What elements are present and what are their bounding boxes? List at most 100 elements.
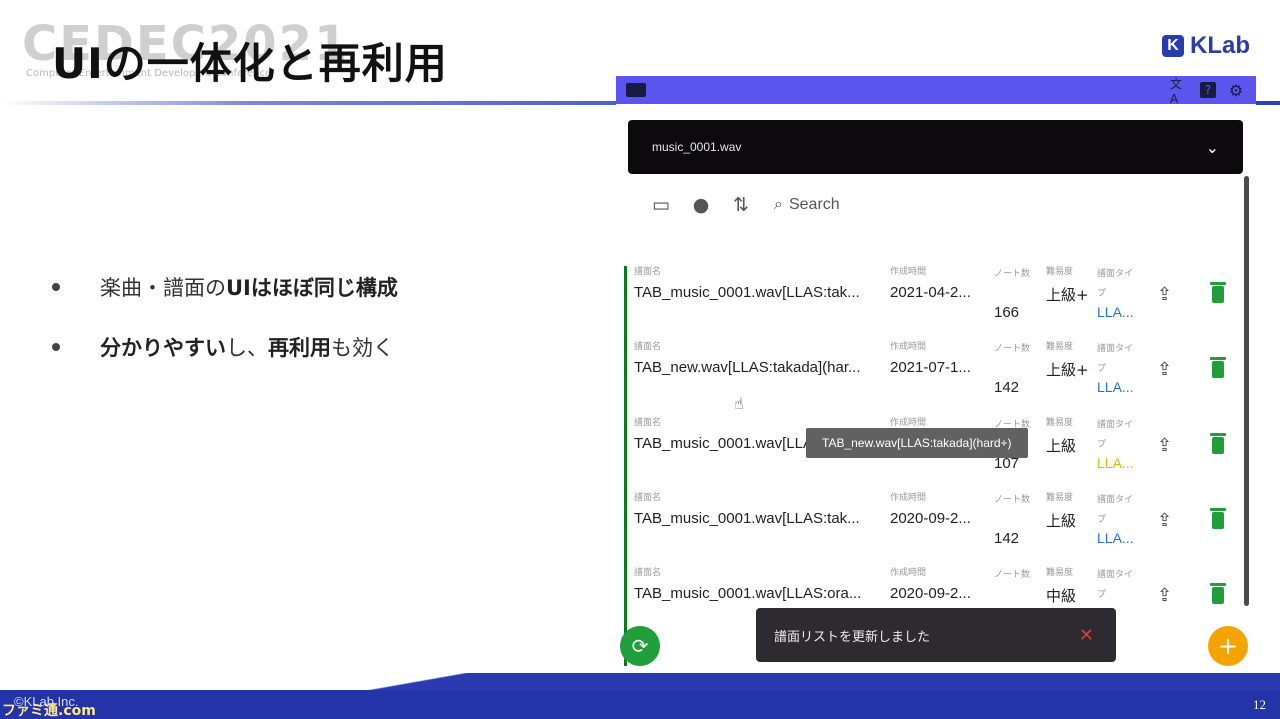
type-label: 譜面タイプ	[1097, 570, 1134, 600]
list-item[interactable]: 譜面名 TAB_music_0001.wav[LLAS:tak... 作成時間 202…	[634, 262, 1234, 332]
page-number: 12	[1253, 697, 1266, 712]
difficulty-label: 難易度	[1046, 267, 1074, 277]
share-icon[interactable]: ⇪	[1157, 585, 1172, 606]
bullet-text-bold: UIはほぼ同じ構成	[226, 276, 398, 300]
mouse-cursor-icon: ☝	[734, 394, 744, 413]
trash-icon[interactable]	[1210, 282, 1226, 303]
difficulty-label: 難易度	[1046, 493, 1074, 503]
klab-logo: K KLab	[1162, 32, 1250, 60]
difficulty-value: 上級+	[1046, 286, 1089, 304]
created-date: 2021-07-1...	[890, 359, 971, 376]
translate-icon[interactable]: 文A	[1170, 77, 1190, 106]
bullet-item: 分かりやすい し、 再利用 も効く	[52, 332, 398, 362]
notes-label: ノート数	[994, 269, 1031, 279]
difficulty-value: 中級	[1046, 587, 1077, 605]
bullet-list: 楽曲・譜面の UIはほぼ同じ構成 分かりやすい し、 再利用 も効く	[52, 272, 398, 392]
bullet-text-pre: 楽曲・譜面の	[100, 276, 226, 300]
name-label: 譜面名	[634, 342, 662, 352]
created-date: 2020-09-2...	[890, 510, 971, 527]
created-label: 作成時間	[890, 342, 927, 352]
share-icon[interactable]: ⇪	[1157, 435, 1172, 456]
music-file-select[interactable]: music_0001.wav ⌄	[628, 120, 1243, 174]
notes-count: 142	[994, 530, 1020, 547]
share-icon[interactable]: ⇪	[1157, 510, 1172, 531]
type-label: 譜面タイプ	[1097, 420, 1134, 450]
app-topbar: 文A ? ⚙	[616, 76, 1256, 106]
bullet-item: 楽曲・譜面の UIはほぼ同じ構成	[52, 272, 398, 302]
list-selection-rail	[624, 266, 627, 666]
created-label: 作成時間	[890, 267, 927, 277]
scrollbar[interactable]	[1244, 176, 1249, 606]
klab-mark-icon: K	[1162, 35, 1184, 57]
created-label: 作成時間	[890, 418, 927, 428]
type-label: 譜面タイプ	[1097, 495, 1134, 525]
trash-icon[interactable]	[1210, 433, 1226, 454]
list-toolbar: ▭ ● ⇅ ⌕ Search	[650, 194, 840, 216]
chart-type: LLA...	[1097, 304, 1134, 320]
chevron-down-icon: ⌄	[1205, 137, 1219, 157]
share-icon[interactable]: ⇪	[1157, 359, 1172, 380]
klab-logo-text: KLab	[1190, 32, 1250, 59]
notes-label: ノート数	[994, 344, 1031, 354]
notes-label: ノート数	[994, 570, 1031, 580]
list-item[interactable]: 譜面名 TAB_music_0001.wav[LLAS:tak... 作成時間 202…	[634, 488, 1234, 558]
music-file-select-value: music_0001.wav	[652, 140, 742, 154]
search-label: Search	[788, 196, 840, 213]
difficulty-value: 上級	[1046, 512, 1077, 530]
list-item[interactable]: 譜面名 TAB_new.wav[LLAS:takada](har... 作成時間 20…	[634, 337, 1234, 407]
difficulty-value: 上級	[1046, 437, 1077, 455]
bullet-text-bold: 分かりやすい	[100, 336, 226, 360]
chart-type: LLA...	[1097, 379, 1134, 395]
settings-icon[interactable]: ⚙	[1226, 80, 1246, 100]
type-label: 譜面タイプ	[1097, 344, 1134, 374]
created-label: 作成時間	[890, 568, 927, 578]
slide-title: UIの一体化と再利用	[52, 39, 448, 88]
trash-icon[interactable]	[1210, 357, 1226, 378]
calendar-icon[interactable]: ▭	[650, 194, 672, 216]
editor-app-window: 文A ? ⚙ music_0001.wav ⌄ ▭ ● ⇅ ⌕ Search 譜…	[616, 76, 1256, 666]
bullet-text-post2: も効く	[331, 336, 394, 360]
chart-name: TAB_music_0001.wav[LLAS:tak...	[634, 284, 860, 301]
name-label: 譜面名	[634, 267, 662, 277]
chart-type: LLA...	[1097, 530, 1134, 546]
refresh-button[interactable]: ⟳	[620, 626, 660, 666]
watermark: ファミ通.com	[2, 703, 96, 719]
snackbar: 譜面リストを更新しました ✕	[756, 608, 1116, 662]
difficulty-label: 難易度	[1046, 418, 1074, 428]
chart-name: TAB_music_0001.wav[LLAS:tak...	[634, 510, 860, 527]
notes-count: 142	[994, 379, 1020, 396]
chart-name: TAB_music_0001.wav[LLAS:ora...	[634, 585, 862, 602]
search-icon: ⌕	[774, 196, 783, 213]
snackbar-message: 譜面リストを更新しました	[774, 629, 931, 645]
name-label: 譜面名	[634, 568, 662, 578]
folder-icon[interactable]	[626, 80, 646, 100]
notes-label: ノート数	[994, 495, 1031, 505]
bullet-dot-icon	[52, 343, 60, 351]
share-icon[interactable]: ⇪	[1157, 284, 1172, 305]
bullet-text-post: し、	[226, 336, 268, 360]
name-label: 譜面名	[634, 418, 662, 428]
notes-count: 166	[994, 304, 1020, 321]
close-icon[interactable]: ✕	[1079, 625, 1094, 646]
trash-icon[interactable]	[1210, 583, 1226, 604]
difficulty-label: 難易度	[1046, 342, 1074, 352]
type-label: 譜面タイプ	[1097, 269, 1134, 299]
timer-icon[interactable]: ●	[690, 194, 712, 216]
difficulty-value: 上級+	[1046, 361, 1089, 379]
chart-name: TAB_new.wav[LLAS:takada](har...	[634, 359, 861, 376]
search-button[interactable]: ⌕ Search	[774, 196, 840, 214]
created-date: 2020-09-2...	[890, 585, 971, 602]
difficulty-label: 難易度	[1046, 568, 1074, 578]
add-button[interactable]: +	[1208, 626, 1248, 666]
chart-type: LLA...	[1097, 455, 1134, 471]
name-label: 譜面名	[634, 493, 662, 503]
created-label: 作成時間	[890, 493, 927, 503]
created-date: 2021-04-2...	[890, 284, 971, 301]
trash-icon[interactable]	[1210, 508, 1226, 529]
bullet-dot-icon	[52, 283, 60, 291]
sort-icon[interactable]: ⇅	[730, 194, 752, 216]
bullet-text-bold2: 再利用	[268, 336, 331, 360]
footer-bar	[0, 690, 1280, 719]
help-icon[interactable]: ?	[1200, 82, 1216, 98]
name-tooltip: TAB_new.wav[LLAS:takada](hard+)	[806, 428, 1028, 458]
